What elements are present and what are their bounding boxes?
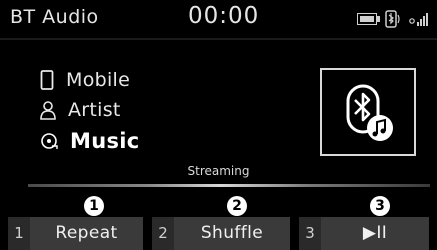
repeat-button[interactable]: 1 Repeat [8, 217, 143, 250]
signal-icon [409, 13, 428, 26]
person-icon [40, 101, 56, 120]
artist-name: Artist [68, 99, 121, 121]
album-art [320, 68, 416, 156]
button-number: 2 [152, 217, 174, 250]
header-bar: BT Audio 00:00 [0, 0, 437, 40]
callout-1: 1 [84, 196, 104, 216]
repeat-label: Repeat [55, 223, 118, 243]
callout-2: 2 [227, 196, 247, 216]
status-icons [357, 9, 431, 29]
device-row: Mobile [40, 66, 130, 94]
device-name: Mobile [66, 69, 131, 91]
artist-row: Artist [40, 96, 121, 124]
phone-icon [40, 70, 54, 90]
song-title: Music [70, 129, 140, 153]
shuffle-label: Shuffle [200, 223, 264, 243]
callout-3: 3 [370, 196, 390, 216]
bluetooth-music-icon [346, 84, 393, 141]
header-divider [0, 38, 437, 40]
bt-audio-screen: BT Audio 00:00 Mobile Artist Music Strea… [0, 0, 437, 250]
play-pause-button[interactable]: 3 ▶II [299, 217, 429, 250]
disc-icon [41, 133, 58, 149]
play-pause-icon: ▶II [362, 223, 388, 243]
button-number: 3 [299, 217, 321, 250]
bluetooth-phone-icon [385, 10, 400, 28]
shuffle-button[interactable]: 2 Shuffle [152, 217, 290, 250]
streaming-status: Streaming [187, 164, 250, 178]
button-number: 1 [8, 217, 30, 250]
battery-icon [357, 13, 380, 25]
clock: 00:00 [188, 3, 260, 29]
progress-bar [28, 184, 430, 187]
song-row: Music [40, 127, 140, 155]
button-bar: 1 Repeat 2 Shuffle 3 ▶II [0, 217, 437, 250]
screen-title: BT Audio [10, 6, 99, 28]
